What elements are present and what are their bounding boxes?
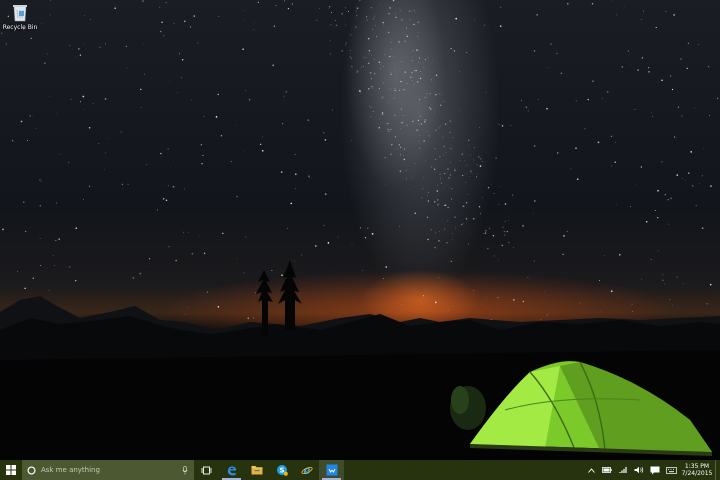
desktop-icon-label: Recycle Bin xyxy=(2,24,38,31)
clock-date: 7/24/2015 xyxy=(681,470,713,477)
taskbar-edge-button[interactable] xyxy=(219,460,244,480)
taskbar-internet-explorer-button[interactable]: e xyxy=(294,460,319,480)
taskbar-skype-button[interactable]: S xyxy=(269,460,294,480)
battery-icon xyxy=(602,467,612,473)
desktop-wallpaper: Recycle Bin xyxy=(0,0,720,460)
network-button[interactable] xyxy=(615,460,631,480)
taskbar: Ask me anything S e 1:35 PM 7/24/2015 xyxy=(0,460,720,480)
task-view-icon xyxy=(201,466,212,474)
svg-text:e: e xyxy=(303,464,310,476)
system-tray: 1:35 PM 7/24/2015 xyxy=(583,460,720,480)
taskbar-store-button[interactable] xyxy=(319,460,344,480)
svg-text:S: S xyxy=(279,467,284,475)
touch-keyboard-button[interactable] xyxy=(663,460,679,480)
action-center-button[interactable] xyxy=(647,460,663,480)
taskbar-file-explorer-button[interactable] xyxy=(244,460,269,480)
mountain-silhouette xyxy=(0,260,720,460)
action-center-icon xyxy=(650,466,660,474)
volume-button[interactable] xyxy=(631,460,647,480)
task-view-button[interactable] xyxy=(194,460,219,480)
edge-icon xyxy=(227,465,237,475)
cortana-icon xyxy=(27,465,36,475)
system-clock[interactable]: 1:35 PM 7/24/2015 xyxy=(679,460,715,480)
microphone-icon[interactable] xyxy=(182,465,188,475)
chevron-up-icon xyxy=(587,467,595,473)
ie-icon: e xyxy=(300,464,313,476)
folder-icon xyxy=(251,466,262,475)
skype-icon: S xyxy=(276,465,288,476)
network-icon xyxy=(618,467,627,473)
recycle-bin-icon xyxy=(11,2,29,22)
clock-time: 1:35 PM xyxy=(684,463,710,470)
keyboard-icon xyxy=(665,466,677,474)
desktop-icon-recycle-bin[interactable]: Recycle Bin xyxy=(2,2,38,32)
volume-icon xyxy=(634,466,644,474)
start-button[interactable] xyxy=(0,460,22,480)
search-placeholder: Ask me anything xyxy=(41,466,100,474)
store-icon xyxy=(326,464,337,476)
show-desktop-button[interactable] xyxy=(715,460,720,480)
show-hidden-icons-button[interactable] xyxy=(583,460,599,480)
search-box[interactable]: Ask me anything xyxy=(22,460,194,480)
battery-button[interactable] xyxy=(599,460,615,480)
windows-logo-icon xyxy=(6,465,16,475)
